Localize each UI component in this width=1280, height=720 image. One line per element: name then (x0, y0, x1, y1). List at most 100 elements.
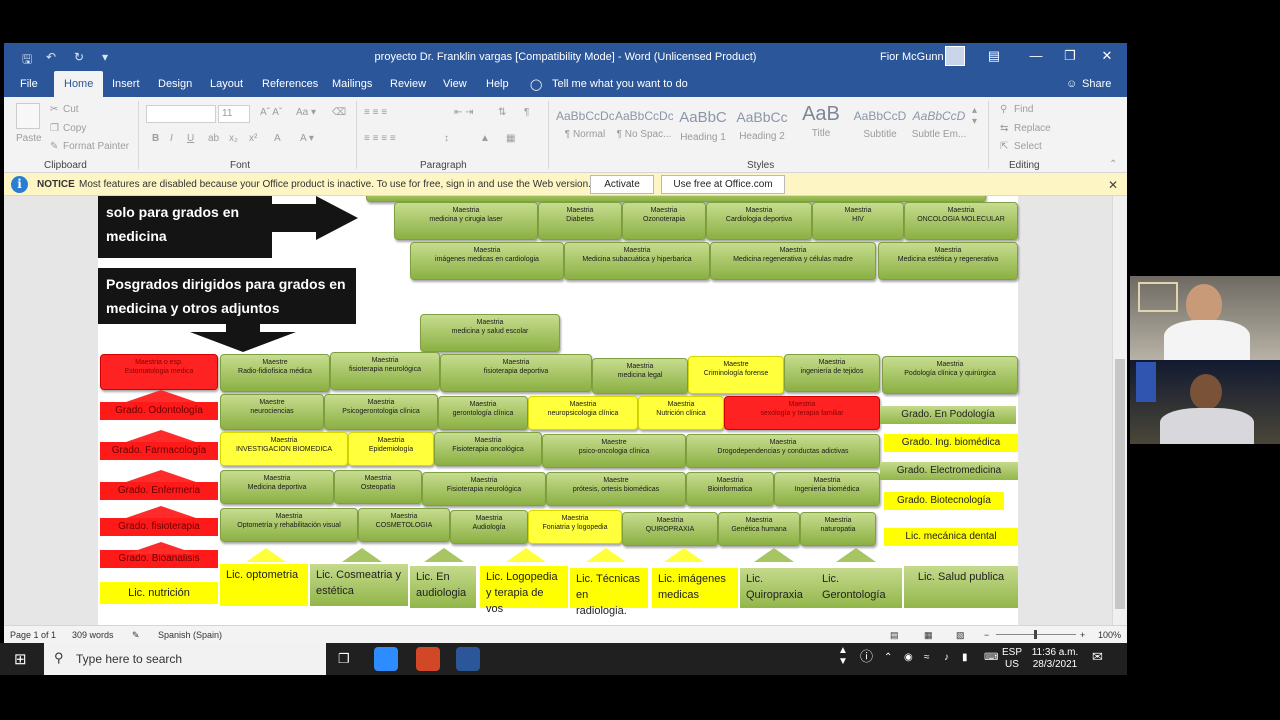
master-box[interactable]: Maestria naturopatia (800, 512, 876, 546)
tell-me-input[interactable]: Tell me what you want to do (552, 78, 688, 90)
master-box[interactable]: Maestria Nutrición clínica (638, 396, 724, 430)
font-size-input[interactable]: 11 (218, 105, 250, 123)
zoom-in-icon[interactable]: + (1080, 630, 1085, 640)
language-indicator[interactable]: ESP US (1002, 647, 1022, 671)
proofing-icon[interactable]: ✎ (132, 630, 140, 641)
style-title[interactable]: AaB Title (792, 103, 850, 147)
master-box[interactable]: Maestria Medicina estética y regenerativa (878, 242, 1018, 280)
read-mode-icon[interactable]: ▤ (890, 630, 899, 641)
help-icon[interactable]: ⓘ (860, 650, 873, 663)
powerpoint-icon[interactable] (416, 647, 440, 671)
master-box[interactable]: Maestria Bioinformatica (686, 472, 774, 506)
strike-icon[interactable]: ab (208, 133, 219, 144)
master-box[interactable]: Maestria Psicogerontologia clínica (324, 394, 438, 430)
subscript-icon[interactable]: x₂ (229, 133, 238, 144)
master-box[interactable]: Maestre psico-oncologia clínica (542, 434, 686, 468)
master-box[interactable]: Maestria neuropsicologia clínica (528, 396, 638, 430)
lic-box[interactable]: Lic. nutrición (100, 582, 218, 604)
master-box[interactable]: Maestria Genética humana (718, 512, 800, 546)
style-heading-1[interactable]: AaBbC Heading 1 (674, 103, 732, 147)
tab-file[interactable]: File (20, 78, 38, 90)
tab-help[interactable]: Help (486, 78, 509, 90)
master-box[interactable]: Maestria medicina legal (592, 358, 688, 394)
page-count[interactable]: Page 1 of 1 (10, 630, 56, 640)
master-box[interactable]: Maestria Diabetes (538, 202, 622, 240)
master-box[interactable]: Maestria fisioterapia neurológica (330, 352, 440, 390)
lic-box[interactable]: Lic. Gerontología (816, 568, 902, 608)
document-page[interactable]: solo para grados en medicina Posgrados d… (98, 196, 1018, 625)
zoom-thumb[interactable] (1034, 630, 1037, 639)
master-box[interactable]: Maestria Drogodependencias y conductas ad… (686, 434, 880, 468)
style-heading-2[interactable]: AaBbCc Heading 2 (733, 103, 791, 147)
master-box[interactable]: Maestria HIV (812, 202, 904, 240)
sort-icon[interactable]: ⇅ (498, 107, 506, 118)
cut-button[interactable]: Cut (63, 104, 79, 115)
scroll-thumb[interactable] (1115, 359, 1125, 609)
activate-button[interactable]: Activate (590, 175, 654, 194)
replace-button[interactable]: Replace (1014, 123, 1051, 134)
master-box[interactable]: Maestria QUIROPRAXIA (622, 512, 718, 546)
master-box[interactable]: Maestria Ingeniería biomédica (774, 472, 880, 506)
paste-button[interactable]: Paste (16, 133, 42, 144)
text-effects-icon[interactable]: A (274, 133, 281, 144)
align-icons[interactable]: ≡ ≡ ≡ ≡ (364, 133, 396, 144)
master-box[interactable]: Maestria Podología clínica y quirúrgica (882, 356, 1018, 394)
participant-video-1[interactable] (1130, 276, 1280, 360)
master-box[interactable]: Maestria ONCOLOGIA MOLECULAR (904, 202, 1018, 240)
web-version-button[interactable]: Use free at Office.com (661, 175, 785, 194)
tray-expand-icon[interactable]: ⌃ (884, 652, 892, 664)
italic-icon[interactable]: I (170, 133, 173, 144)
master-box[interactable]: Maestre Radio-fidiofisica médica (220, 354, 330, 392)
line-spacing-icon[interactable]: ↕ (444, 133, 449, 144)
indent-icon[interactable]: ⇤ ⇥ (454, 107, 474, 118)
tab-view[interactable]: View (443, 78, 467, 90)
lic-box[interactable]: Lic. Cosmeatria y estética (310, 564, 408, 606)
vertical-scrollbar[interactable] (1112, 196, 1127, 625)
task-view-icon[interactable]: ❐ (338, 651, 350, 667)
language[interactable]: Spanish (Spain) (158, 630, 222, 640)
style-normal[interactable]: AaBbCcDc ¶ Normal (556, 103, 614, 147)
master-box[interactable]: Maestria ingeniería de tejidos (784, 354, 880, 392)
lic-box[interactable]: Lic. Técnicas en radiologia. (570, 568, 648, 617)
master-box[interactable]: Maestria Epidemiología (348, 432, 434, 466)
tab-home[interactable]: Home (54, 71, 104, 97)
find-button[interactable]: Find (1014, 104, 1033, 115)
master-box[interactable]: Maestre neurociencias (220, 394, 324, 430)
bold-icon[interactable]: B (152, 133, 159, 144)
style-subtitle[interactable]: AaBbCcD Subtitle (851, 103, 909, 147)
master-box[interactable]: Maestria Osteopatía (334, 470, 422, 504)
notification-icon[interactable]: ✉ (1092, 650, 1103, 663)
zoom-out-icon[interactable]: − (984, 630, 989, 640)
battery-icon[interactable]: ▮ (962, 652, 968, 664)
select-button[interactable]: Select (1014, 141, 1042, 152)
clock[interactable]: 11:36 a.m. 28/3/2021 (1030, 647, 1080, 671)
master-box[interactable]: Maestria Ozonoterapia (622, 202, 706, 240)
master-box[interactable]: Maestria Audiología (450, 510, 528, 544)
meet-icon[interactable]: ◉ (904, 652, 913, 664)
master-box[interactable]: Maestria imágenes medicas en cardiologia (410, 242, 564, 280)
maximize-icon[interactable]: ❐ (1060, 48, 1080, 64)
font-color-icon[interactable]: A ▾ (300, 133, 314, 144)
copy-button[interactable]: Copy (63, 123, 86, 134)
master-box[interactable]: Maestria fisioterapia deportiva (440, 354, 592, 392)
lic-box[interactable]: Lic. Quiropraxia (740, 568, 816, 608)
style-no-spacing[interactable]: AaBbCcDc ¶ No Spac... (615, 103, 673, 147)
master-box[interactable]: Maestria sexología y terapia familiar (724, 396, 880, 430)
windows-start-icon[interactable]: ⊞ (14, 650, 27, 668)
shading-icon[interactable]: ▲ (480, 133, 490, 144)
master-box[interactable]: Maestria Optometría y rehabilitación visu… (220, 508, 358, 542)
master-box[interactable]: Maestria Foniatria y logopedia (528, 510, 622, 544)
volume-icon[interactable]: ♪ (944, 652, 949, 664)
tab-insert[interactable]: Insert (112, 78, 140, 90)
master-box[interactable]: Maestria gerontología clínica (438, 396, 528, 430)
close-notice-icon[interactable]: ✕ (1108, 178, 1118, 192)
grade-box[interactable]: Grado. Ing. biomédica (884, 434, 1018, 452)
search-box[interactable]: ⚲ Type here to search (44, 643, 326, 675)
underline-icon[interactable]: U (187, 133, 194, 144)
web-layout-icon[interactable]: ▧ (956, 630, 965, 641)
collapse-ribbon-icon[interactable]: ⌃ (1109, 159, 1117, 170)
ribbon-display-icon[interactable]: ▤ (984, 48, 1004, 64)
chevron-up-icon[interactable]: ▲ ▼ (838, 645, 848, 667)
format-painter-button[interactable]: Format Painter (63, 141, 129, 152)
zoom-level[interactable]: 100% (1098, 630, 1121, 640)
